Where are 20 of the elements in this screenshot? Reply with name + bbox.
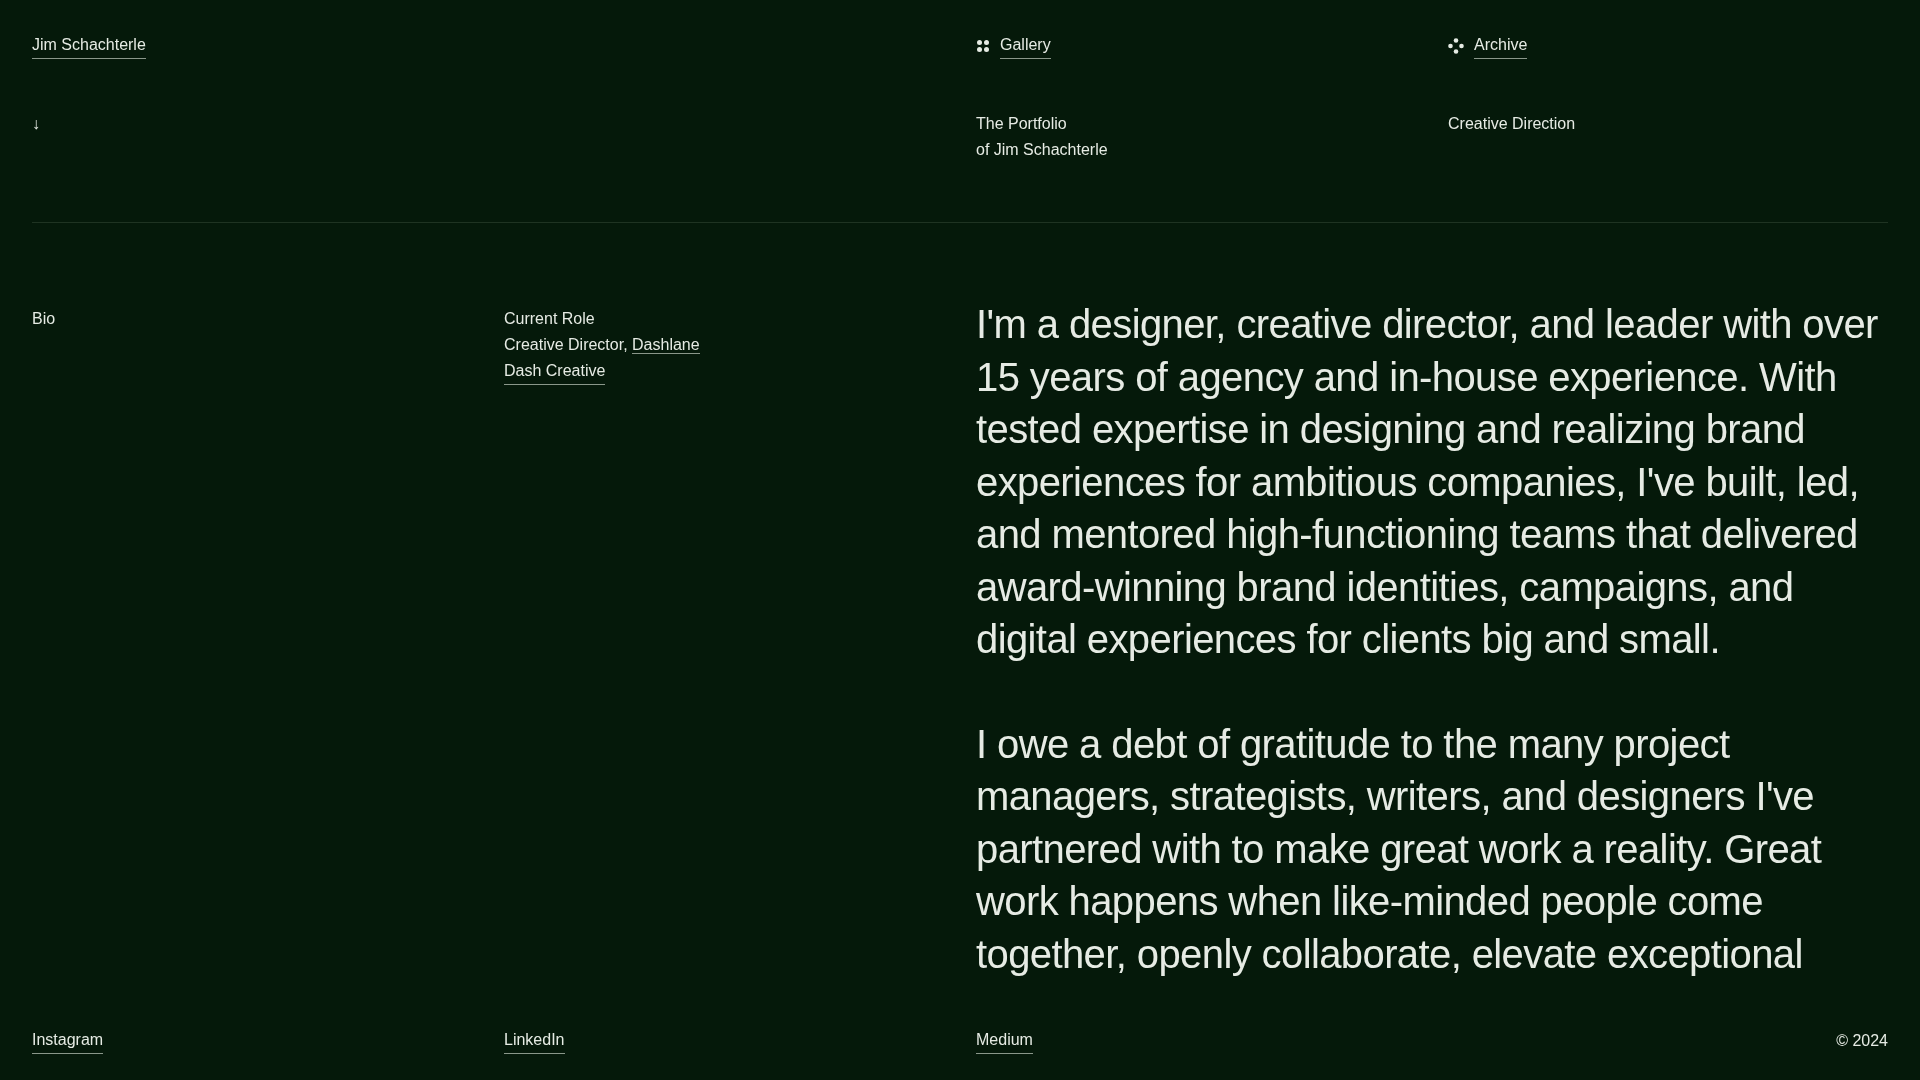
nav-link[interactable]: Gallery — [1000, 32, 1051, 59]
scroll-down-arrow[interactable]: ↓ — [32, 111, 40, 137]
portfolio-title: The Portfolio — [976, 114, 1067, 134]
copyright-text: © 2024 — [1836, 1031, 1888, 1051]
discipline-label: Creative Direction — [1448, 114, 1576, 134]
company-link[interactable]: Dash Creative — [504, 358, 606, 385]
role-heading: Current Role — [504, 309, 595, 329]
portfolio-title: of Jim Schachterle — [976, 140, 1108, 160]
diamond-dots-icon — [1448, 37, 1464, 54]
social-link[interactable]: Medium — [976, 1027, 1033, 1054]
bio-paragraph: I'm a designer, creative director, and leader with over 15 years of agency and in-house experience. With tested expertise in designing and realizing brand experiences for ambitious companies, I've built, led, and mentored high-functioning teams that delivered award-winning brand identities, campaigns, and digital experiences for clients big and small. — [976, 301, 1879, 663]
home-link[interactable]: Jim Schachterle — [32, 32, 146, 59]
grid-dots-icon — [976, 38, 990, 53]
role-text: Creative Director, — [504, 336, 628, 353]
nav-link[interactable]: Archive — [1474, 32, 1528, 59]
bio-paragraph: I owe a debt of gratitude to the many project managers, strategists, writers, and designers I've partnered with to make great work a reality. Great work happens when like-minded people come together, openly collaborate, elevate exceptional — [976, 720, 1823, 978]
company-link[interactable]: Dashlane — [632, 336, 700, 354]
social-link[interactable]: Instagram — [32, 1027, 104, 1054]
social-link[interactable]: LinkedIn — [504, 1027, 565, 1054]
section-label: Bio — [32, 309, 56, 329]
